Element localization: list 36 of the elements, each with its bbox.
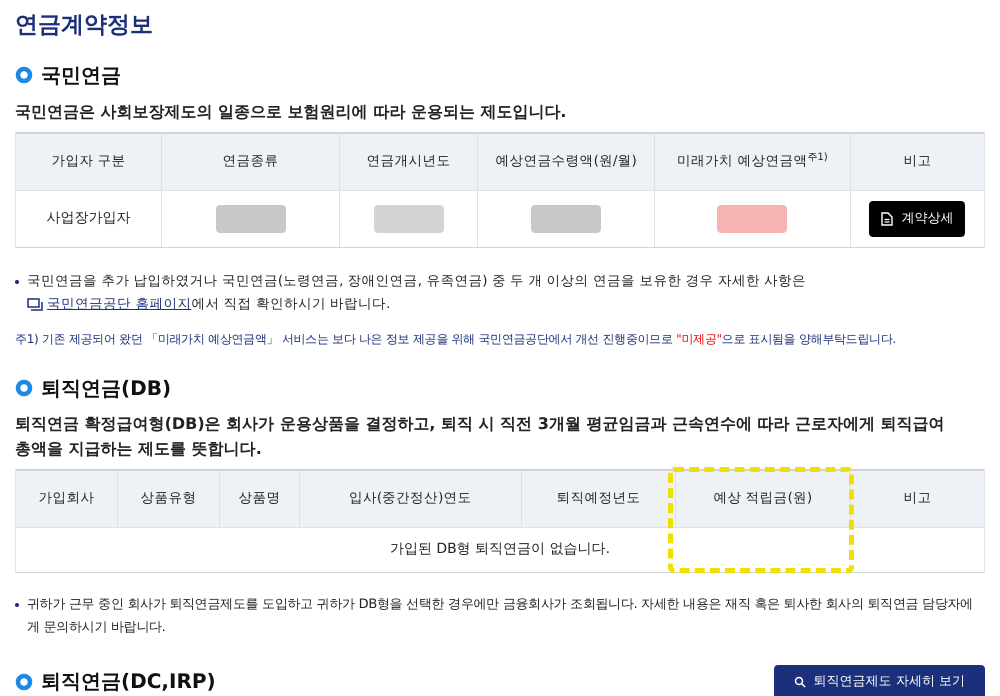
- column-header: 연금종류: [222, 152, 279, 172]
- section-heading: 퇴직연금(DC,IRP): [41, 669, 216, 694]
- circle-bullet-icon: [15, 66, 33, 84]
- note-text: 국민연금을 추가 납입하였거나 국민연금(노령연금, 장애인연금, 유족연금) 중 두 개 이상의 연금을 보유한 경우 자세한 사항은: [27, 272, 806, 290]
- footnote: 주1) 기존 제공되어 왔던 「미래가치 예상연금액」 서비스는 보다 나은 정보 제공을 위해 국민연금공단에서 개선 진행중이므로 "미제공"으로 표시됨을 양해부탁드립니다.: [15, 330, 898, 348]
- table-cell-text: 사업장가입자: [46, 209, 131, 228]
- note-text: 에서 직접 확인하시기 바랍니다.: [191, 294, 390, 314]
- column-header: 미래가치 예상연금액$^{주1)}$: [677, 151, 828, 172]
- column-header: 가입자 구분: [51, 152, 126, 172]
- circle-bullet-icon: [15, 672, 33, 690]
- bullet-icon: [15, 280, 19, 284]
- column-header: 연금개시년도: [366, 152, 451, 172]
- column-header: 비고: [903, 489, 932, 508]
- circle-bullet-icon: [15, 379, 33, 397]
- search-icon: [794, 676, 806, 688]
- pension-info-button[interactable]: 퇴직연금제도 자세히 보기: [774, 664, 985, 696]
- window-icon: [27, 298, 43, 310]
- column-header: 예상연금수령액(원/월): [496, 152, 637, 172]
- bullet-icon: [15, 602, 19, 606]
- section-description: 국민연금은 사회보장제도의 일종으로 보험원리에 따라 운용되는 제도입니다.: [15, 100, 568, 122]
- section-description: 퇴직연금 확정급여형(DB)은 회사가 운용상품을 결정하고, 퇴직 시 직전 3개월 평균임금과 근속연수에 따라 근로자에게 퇴직급여 총액을 지급하는 제도를 뜻합니다.: [15, 412, 946, 460]
- contract-detail-button[interactable]: 계약상세: [869, 200, 966, 236]
- column-header: 가입회사: [38, 489, 94, 508]
- empty-message: 가입된 DB형 퇴직연금이 없습니다.: [390, 540, 610, 559]
- note-text: 귀하가 근무 중인 회사가 퇴직연금제도를 도입하고 귀하가 DB형을 선택한 경우에만 금융회사가 조회됩니다. 자세한 내용은 재직 혹은 퇴사한 회사의 퇴직연금 담당자에게 문의하시기 바랍니다.: [27, 596, 974, 636]
- column-header: 비고: [903, 152, 932, 172]
- column-header: 상품명: [238, 489, 280, 508]
- section-heading: 국민연금: [41, 62, 121, 88]
- column-header: 예상 적립금(원): [713, 489, 812, 508]
- column-header: 퇴직예정년도: [556, 489, 640, 508]
- section-heading: 퇴직연금(DB): [41, 376, 172, 400]
- column-header: 입사(중간정산)연도: [348, 489, 472, 508]
- page-title: 연금계약정보: [15, 11, 154, 40]
- homepage-link[interactable]: 국민연금공단 홈페이지: [47, 292, 192, 316]
- column-header: 상품유형: [140, 489, 197, 508]
- document-icon: [881, 212, 894, 226]
